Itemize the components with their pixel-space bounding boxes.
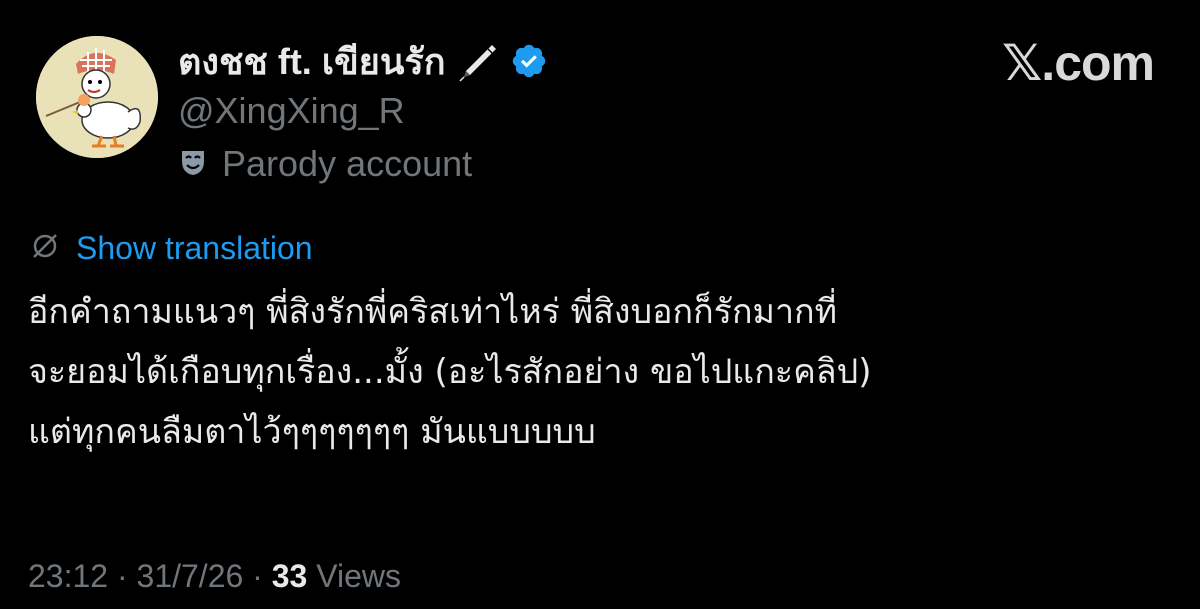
site-brand-logo: 𝕏.com bbox=[1002, 35, 1155, 91]
avatar-image bbox=[36, 36, 158, 158]
tweet-time[interactable]: 23:12 bbox=[28, 558, 108, 594]
views-label: Views bbox=[307, 558, 401, 594]
author-name-row[interactable]: ตงชช ft. เขียนรัก bbox=[178, 34, 548, 88]
tweet-line: จะยอมได้เกือบทุกเรื่อง...มั้ง (อะไรสักอย… bbox=[28, 352, 872, 392]
avatar[interactable] bbox=[36, 36, 158, 158]
views-count[interactable]: 33 bbox=[272, 558, 308, 594]
show-translation-label[interactable]: Show translation bbox=[76, 230, 313, 267]
show-translation-button[interactable]: Show translation bbox=[30, 230, 313, 267]
tweet-meta: 23:12 · 31/7/26 · 33 Views bbox=[28, 558, 401, 595]
translate-globe-icon bbox=[30, 231, 60, 266]
author-handle[interactable]: @XingXing_R bbox=[178, 90, 405, 132]
tweet-line: แต่ทุกคนลืมตาไว้ๆๆๆๆๆๆๆ มันแบบบบบ bbox=[28, 412, 596, 452]
parody-account-row: Parody account bbox=[178, 143, 472, 185]
parody-label: Parody account bbox=[222, 143, 473, 184]
parody-mask-icon bbox=[178, 147, 208, 182]
display-name[interactable]: ตงชช ft. เขียนรัก bbox=[178, 33, 446, 90]
tweet-line: อีกคำถามแนวๆ พี่สิงรักพี่คริสเท่าไหร่ พี… bbox=[28, 292, 838, 332]
verified-badge-icon[interactable] bbox=[510, 42, 548, 80]
tweet-text: อีกคำถามแนวๆ พี่สิงรักพี่คริสเท่าไหร่ พี… bbox=[28, 282, 1178, 462]
meta-separator: · bbox=[243, 558, 272, 594]
pen-icon bbox=[456, 39, 500, 83]
meta-separator: · bbox=[108, 558, 137, 594]
tweet-date[interactable]: 31/7/26 bbox=[137, 558, 244, 594]
